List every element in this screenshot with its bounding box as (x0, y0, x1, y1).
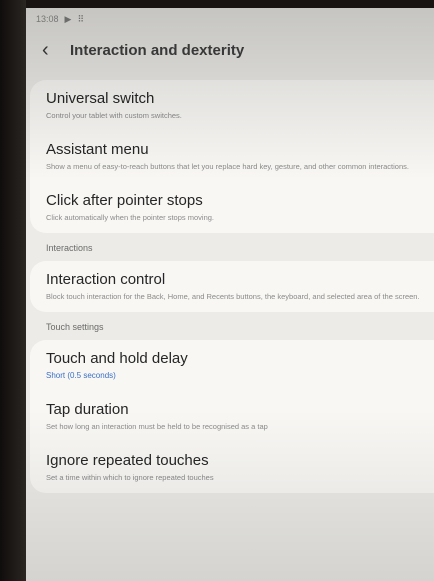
setting-subtitle: Click automatically when the pointer sto… (46, 213, 214, 222)
grid-icon: ⠿ (77, 13, 85, 24)
setting-touch-and-hold-delay[interactable]: Touch and hold delay Short (0.5 seconds) (30, 340, 434, 391)
setting-title: Universal switch (46, 90, 155, 107)
setting-interaction-control[interactable]: Interaction control Block touch interact… (30, 261, 434, 312)
setting-title: Ignore repeated touches (46, 452, 209, 469)
status-time: 13:08 (36, 14, 59, 24)
setting-title: Assistant menu (46, 141, 149, 158)
setting-subtitle: Set how long an interaction must be held… (46, 422, 268, 431)
setting-tap-duration[interactable]: Tap duration Set how long an interaction… (30, 391, 434, 442)
setting-title: Tap duration (46, 401, 129, 418)
device-bezel-top (0, 0, 434, 8)
chevron-left-icon[interactable]: ‹ (42, 40, 64, 60)
settings-group-interactions: Interaction control Block touch interact… (30, 261, 434, 312)
setting-subtitle: Block touch interaction for the Back, Ho… (46, 292, 420, 301)
settings-screen: 13:08 ▶ ⠿ ‹ Interaction and dexterity Un… (26, 8, 434, 581)
app-bar: ‹ Interaction and dexterity (26, 30, 434, 70)
setting-title: Click after pointer stops (46, 192, 203, 209)
play-icon: ▶ (64, 13, 72, 24)
setting-title: Touch and hold delay (46, 350, 188, 367)
section-header-interactions: Interactions (46, 243, 93, 253)
setting-subtitle: Set a time within which to ignore repeat… (46, 473, 214, 482)
settings-group-touch: Touch and hold delay Short (0.5 seconds)… (30, 340, 434, 493)
section-header-touch-settings: Touch settings (46, 322, 104, 332)
setting-assistant-menu[interactable]: Assistant menu Show a menu of easy-to-re… (30, 131, 434, 182)
setting-click-after-pointer-stops[interactable]: Click after pointer stops Click automati… (30, 182, 434, 233)
setting-value: Short (0.5 seconds) (46, 371, 116, 380)
setting-universal-switch[interactable]: Universal switch Control your tablet wit… (30, 80, 434, 131)
status-bar: 13:08 ▶ ⠿ (26, 8, 434, 30)
setting-subtitle: Show a menu of easy-to-reach buttons tha… (46, 162, 409, 171)
settings-group-main: Universal switch Control your tablet wit… (30, 80, 434, 233)
setting-ignore-repeated-touches[interactable]: Ignore repeated touches Set a time withi… (30, 442, 434, 493)
page-title: Interaction and dexterity (70, 41, 245, 59)
setting-subtitle: Control your tablet with custom switches… (46, 111, 182, 120)
device-bezel-left (0, 0, 26, 581)
setting-title: Interaction control (46, 271, 166, 288)
